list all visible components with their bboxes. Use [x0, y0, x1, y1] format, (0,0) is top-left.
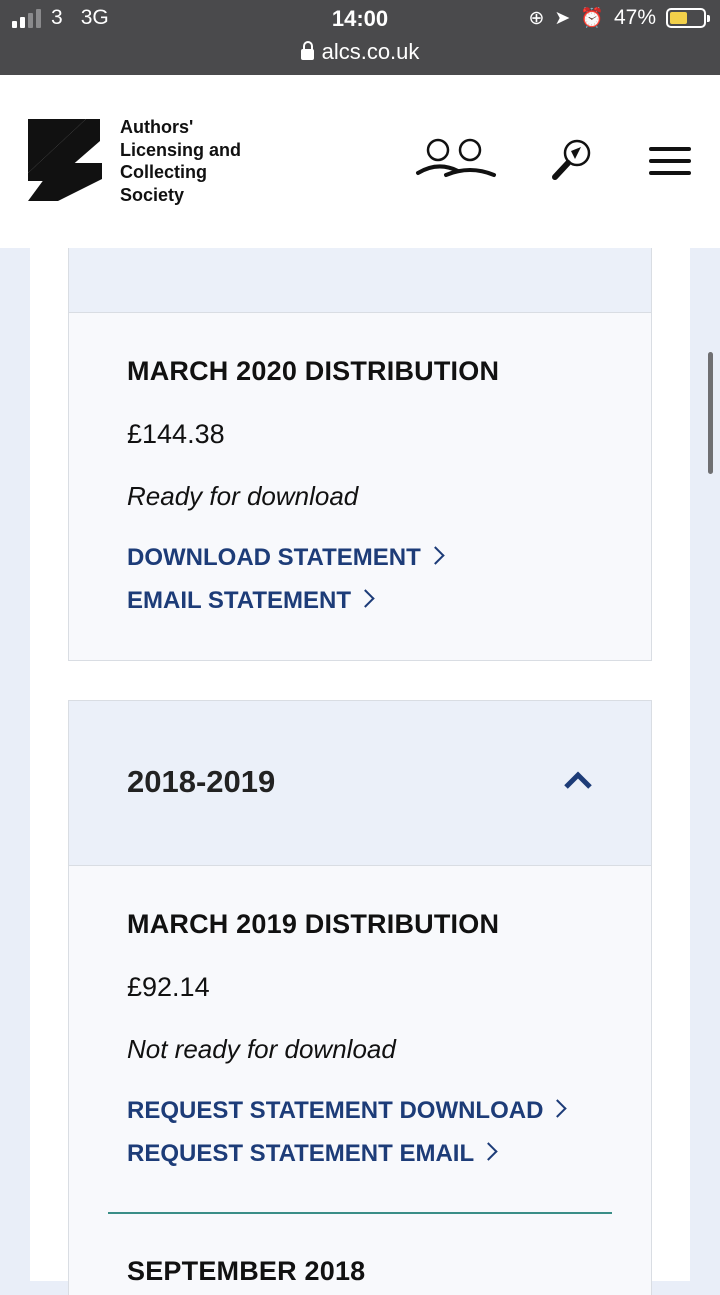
link-label: REQUEST STATEMENT EMAIL [127, 1140, 475, 1167]
battery-percent: 47% [613, 6, 656, 29]
divider [108, 1212, 612, 1214]
menu-icon[interactable] [649, 147, 691, 183]
logo-line: Society [120, 184, 185, 205]
lock-icon [300, 41, 314, 60]
year-label: 2018-2019 [127, 764, 276, 799]
status-bar: 3 3G 14:00 alcs.co.uk ⊕ ➤ ⏰ 47% [0, 0, 720, 75]
download-status: Ready for download [127, 481, 359, 511]
distribution-title: MARCH 2020 DISTRIBUTION [127, 356, 500, 386]
alarm-icon: ⏰ [580, 8, 604, 29]
chevron-right-icon [548, 1099, 568, 1118]
chevron-right-icon [356, 589, 375, 608]
link-label: REQUEST STATEMENT DOWNLOAD [127, 1097, 544, 1124]
distribution-amount: £92.14 [127, 972, 210, 1002]
logo-line: Collecting [120, 162, 208, 182]
link-label: EMAIL STATEMENT [127, 587, 351, 614]
address-bar[interactable]: alcs.co.uk [0, 39, 720, 65]
link-label: DOWNLOAD STATEMENT [127, 544, 421, 571]
logo-line: Licensing and [120, 139, 242, 160]
request-statement-download-link[interactable]: REQUEST STATEMENT DOWNLOAD [127, 1097, 568, 1125]
download-status: Not ready for download [127, 1034, 396, 1064]
email-statement-link[interactable]: EMAIL STATEMENT [127, 587, 375, 615]
location-icon: ➤ [554, 7, 571, 29]
url-text: alcs.co.uk [321, 39, 420, 64]
request-statement-email-link[interactable]: REQUEST STATEMENT EMAIL [127, 1140, 498, 1168]
distribution-title: MARCH 2019 DISTRIBUTION [127, 909, 500, 939]
search-icon[interactable] [550, 137, 594, 181]
chevron-right-icon [479, 1142, 498, 1161]
section-header-previous[interactable] [68, 248, 652, 313]
distribution-title: SEPTEMBER 2018 [127, 1256, 366, 1286]
chevron-right-icon [426, 546, 445, 565]
page-scrollbar[interactable] [708, 352, 713, 474]
chevron-up-icon[interactable] [563, 770, 593, 790]
rotation-lock-icon: ⊕ [528, 7, 545, 29]
site-header: Authors' Licensing and Collecting Societ… [0, 75, 720, 248]
logo-line: Authors' [120, 117, 194, 137]
battery-icon [666, 8, 710, 28]
status-right: ⊕ ➤ ⏰ 47% [528, 6, 710, 30]
download-statement-link[interactable]: DOWNLOAD STATEMENT [127, 544, 445, 572]
alcs-logo-icon[interactable] [28, 119, 102, 201]
distribution-amount: £144.38 [127, 419, 225, 449]
users-icon[interactable] [414, 137, 498, 179]
logo-text[interactable]: Authors' Licensing and Collecting Societ… [120, 116, 241, 206]
